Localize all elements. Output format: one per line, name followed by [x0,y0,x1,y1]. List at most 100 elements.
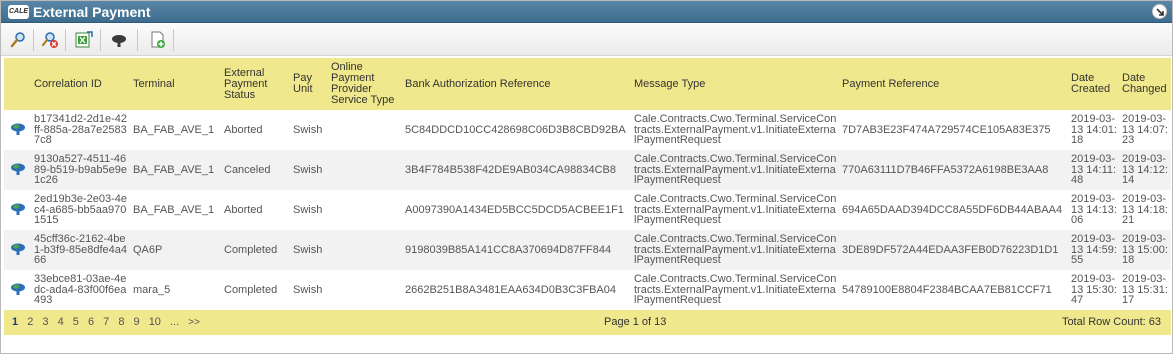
cell-correlation-id: 45cff36c-2162-4be1-b3f9-85e8dfe4a466 [32,230,131,270]
cell-status: Canceled [222,150,291,190]
table-row[interactable]: 45cff36c-2162-4be1-b3f9-85e8dfe4a466 QA6… [4,230,1171,270]
pager: 1 2 3 4 5 6 7 8 9 10 ... >> [12,316,206,328]
cell-payment-ref: 694A65DAAD394DCC8A55DF6DB44ABAA4 [840,190,1069,230]
external-payment-panel: CALE External Payment Correlation ID Ter… [0,0,1173,354]
cell-message-type: Cale.Contracts.Cwo.Terminal.ServiceContr… [632,110,840,150]
header-status[interactable]: External Payment Status [222,58,291,110]
row-count: Total Row Count: 63 [1061,316,1161,328]
cell-bank-ref: 2662B251B8A3481EAA634D0B3C3FBA04 [403,270,632,310]
header-icon-col [4,58,32,110]
cell-payment-ref: 54789100E8804F2384BCAA7EB81CCF71 [840,270,1069,310]
row-action[interactable] [4,230,32,270]
add-button[interactable] [149,31,167,49]
cale-logo: CALE [8,5,29,19]
cell-date-created: 2019-03-13 14:13:06 [1069,190,1120,230]
cell-status: Aborted [222,190,291,230]
page-info: Page 1 of 13 [604,316,667,328]
cell-pay-unit: Swish [291,110,329,150]
export-excel-button[interactable] [75,31,93,49]
header-correlation-id[interactable]: Correlation ID [32,58,131,110]
cell-date-changed: 2019-03-13 14:18:21 [1120,190,1171,230]
cloud-icon [11,243,25,255]
toolbar-separator [173,29,174,51]
cell-pay-unit: Swish [291,190,329,230]
cell-date-changed: 2019-03-13 15:00:18 [1120,230,1171,270]
cell-terminal: BA_FAB_AVE_1 [131,150,222,190]
header-terminal[interactable]: Terminal [131,58,222,110]
cell-bank-ref: 3B4F784B538F42DE9AB034CA98834CB8 [403,150,632,190]
cell-service-type [329,110,403,150]
cell-service-type [329,150,403,190]
table-row[interactable]: 2ed19b3e-2e03-4ec4-a685-bb5aa9701515 BA_… [4,190,1171,230]
table-row[interactable]: 33ebce81-03ae-4edc-ada4-83f00f6ea493 mar… [4,270,1171,310]
cloud-upload-icon [112,35,126,47]
row-action[interactable] [4,190,32,230]
cell-status: Aborted [222,110,291,150]
search-button[interactable] [9,31,27,49]
cloud-icon [11,203,25,215]
page-link-5[interactable]: 5 [73,316,79,328]
header-pay-unit[interactable]: Pay Unit [291,58,329,110]
title-bar: CALE External Payment [1,1,1172,23]
page-link-7[interactable]: 7 [103,316,109,328]
cell-bank-ref: 9198039B85A141CC8A370694D87FF844 [403,230,632,270]
cell-pay-unit: Swish [291,150,329,190]
page-link-6[interactable]: 6 [88,316,94,328]
toolbar-separator [137,29,138,51]
header-payment-ref[interactable]: Payment Reference [840,58,1069,110]
add-document-icon [151,31,165,48]
cell-bank-ref: 5C84DDCD10CC428698C06D3B8CBD92BA [403,110,632,150]
cell-date-created: 2019-03-13 14:01:18 [1069,110,1120,150]
clear-search-icon [41,32,58,48]
cell-service-type [329,230,403,270]
page-link-4[interactable]: 4 [58,316,64,328]
cell-date-created: 2019-03-13 14:11:48 [1069,150,1120,190]
page-link-1[interactable]: 1 [12,316,18,328]
cell-service-type [329,190,403,230]
panel-title: External Payment [33,4,151,20]
toolbar [1,24,1172,56]
cell-payment-ref: 7D7AB3E23F474A729574CE105A83E375 [840,110,1069,150]
header-service-type[interactable]: Online Payment Provider Service Type [329,58,403,110]
row-action[interactable] [4,150,32,190]
cell-status: Completed [222,230,291,270]
payments-table: Correlation ID Terminal External Payment… [4,58,1171,310]
cell-pay-unit: Swish [291,270,329,310]
cell-message-type: Cale.Contracts.Cwo.Terminal.ServiceContr… [632,190,840,230]
cell-message-type: Cale.Contracts.Cwo.Terminal.ServiceContr… [632,230,840,270]
table-footer: 1 2 3 4 5 6 7 8 9 10 ... >> Page 1 of 13… [4,310,1171,335]
collapse-button[interactable] [1152,4,1167,19]
table-row[interactable]: b17341d2-2d1e-42ff-885a-28a7e25837c8 BA_… [4,110,1171,150]
row-action[interactable] [4,270,32,310]
page-link-3[interactable]: 3 [42,316,48,328]
table-row[interactable]: 9130a527-4511-4689-b519-b9ab5e9e1c26 BA_… [4,150,1171,190]
cell-correlation-id: b17341d2-2d1e-42ff-885a-28a7e25837c8 [32,110,131,150]
header-message-type[interactable]: Message Type [632,58,840,110]
page-link-9[interactable]: 9 [134,316,140,328]
upload-button[interactable] [110,31,128,49]
page-link-more[interactable]: ... [170,316,179,328]
page-link-8[interactable]: 8 [118,316,124,328]
cell-date-created: 2019-03-13 14:59:55 [1069,230,1120,270]
collapse-arrow-icon [1156,8,1164,16]
header-row: Correlation ID Terminal External Payment… [4,58,1171,110]
next-pages-link[interactable]: >> [188,317,200,328]
export-excel-icon [75,31,93,48]
clear-search-button[interactable] [41,31,59,49]
cloud-icon [11,283,25,295]
cell-terminal: QA6P [131,230,222,270]
header-date-created[interactable]: Date Created [1069,58,1120,110]
cell-date-created: 2019-03-13 15:30:47 [1069,270,1120,310]
toolbar-separator [65,29,66,51]
cell-correlation-id: 33ebce81-03ae-4edc-ada4-83f00f6ea493 [32,270,131,310]
header-date-changed[interactable]: Date Changed [1120,58,1171,110]
cell-payment-ref: 770A63111D7B46FFA5372A6198BE3AA8 [840,150,1069,190]
toolbar-separator [33,29,34,51]
cell-date-changed: 2019-03-13 14:12:14 [1120,150,1171,190]
page-link-10[interactable]: 10 [149,316,161,328]
page-link-2[interactable]: 2 [27,316,33,328]
cell-terminal: BA_FAB_AVE_1 [131,190,222,230]
cell-message-type: Cale.Contracts.Cwo.Terminal.ServiceContr… [632,150,840,190]
row-action[interactable] [4,110,32,150]
header-bank-ref[interactable]: Bank Authorization Reference [403,58,632,110]
